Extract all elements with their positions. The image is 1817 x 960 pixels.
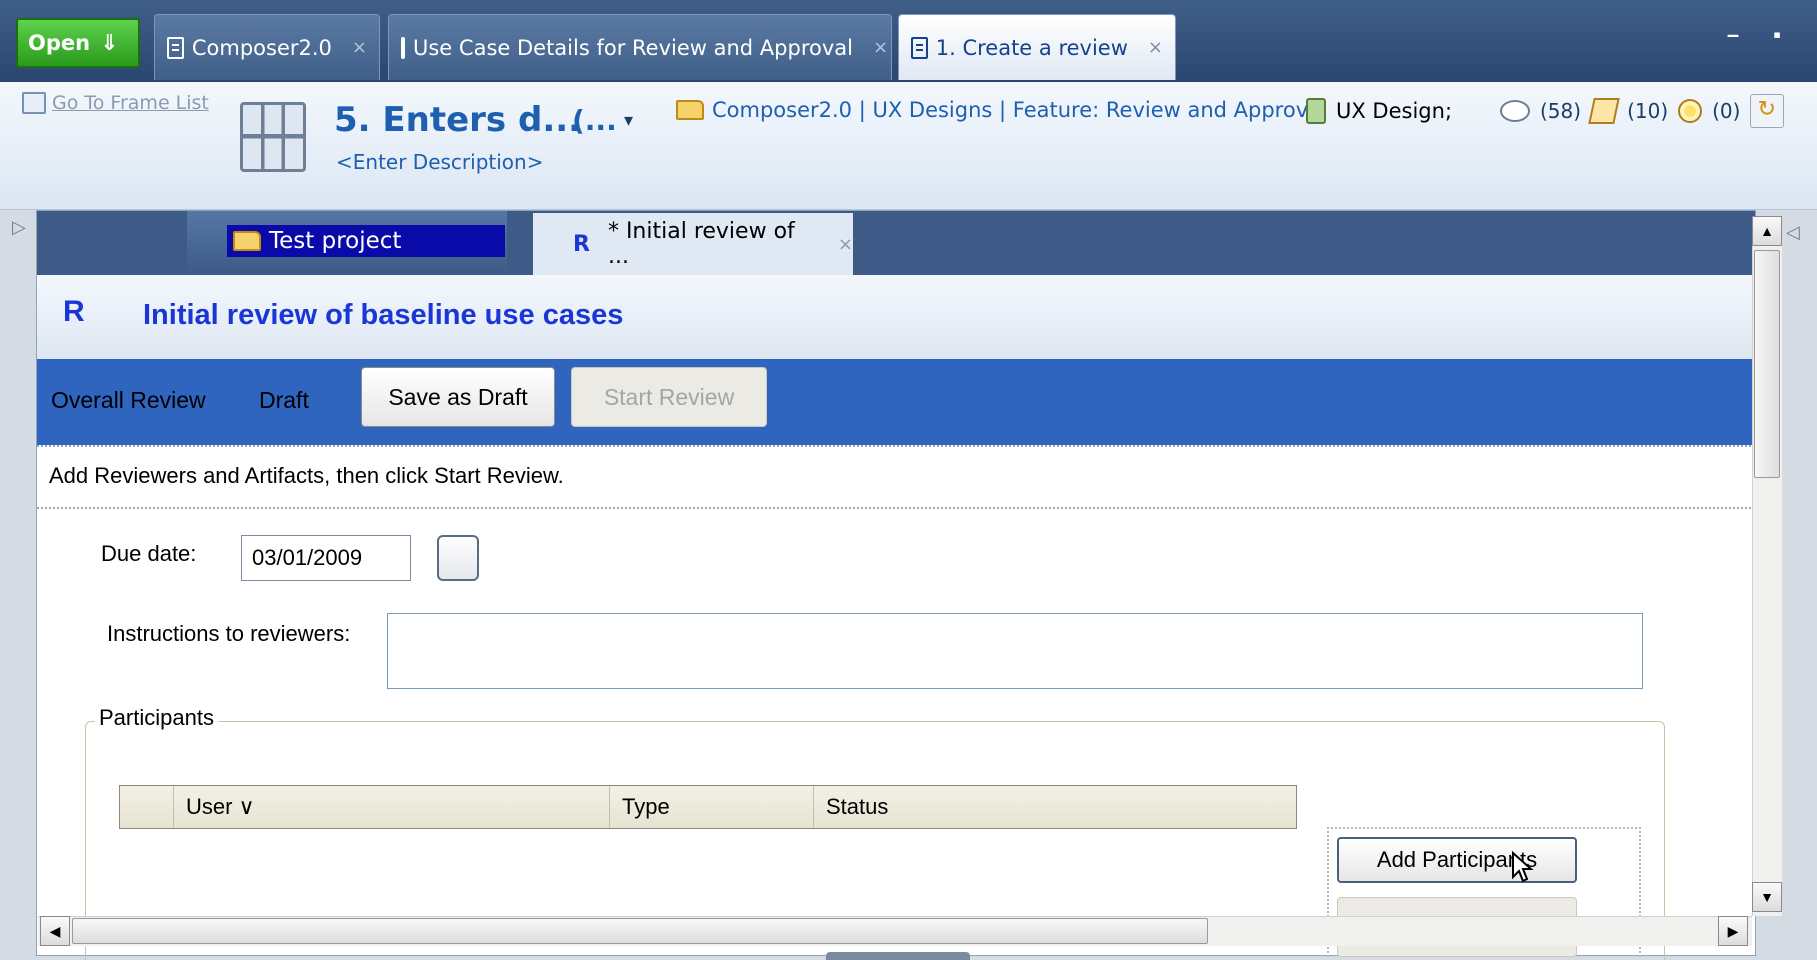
bottom-resize-grip[interactable] bbox=[826, 952, 970, 960]
composer-icon bbox=[167, 36, 184, 59]
ux-design-link[interactable]: UX Design; bbox=[1306, 98, 1452, 124]
due-date-field[interactable] bbox=[241, 535, 411, 581]
comments-count: (58) bbox=[1540, 99, 1582, 123]
instruction-hint: Add Reviewers and Artifacts, then click … bbox=[37, 445, 1755, 509]
ux-design-icon bbox=[1306, 98, 1326, 124]
tab-composer[interactable]: Composer2.0 × bbox=[154, 14, 380, 80]
review-header: R Initial review of baseline use cases bbox=[37, 275, 1755, 361]
issue-icon[interactable] bbox=[1678, 99, 1703, 123]
folder-icon bbox=[676, 100, 704, 120]
due-date-label: Due date: bbox=[101, 541, 197, 566]
scroll-right-icon[interactable]: ▶ bbox=[1718, 916, 1748, 946]
document-icon bbox=[401, 36, 405, 59]
go-to-frame-list[interactable]: Go To Frame List bbox=[22, 92, 209, 114]
window-controls[interactable]: – ▪ bbox=[1727, 22, 1795, 48]
frame-list-icon bbox=[22, 92, 46, 114]
instructions-field[interactable] bbox=[387, 613, 1643, 689]
review-badge: R bbox=[573, 231, 590, 257]
tab-initial-review[interactable]: R * Initial review of ... × bbox=[533, 213, 853, 275]
participants-legend: Participants bbox=[95, 705, 218, 731]
open-button[interactable]: Open ⇓ bbox=[16, 18, 140, 68]
scroll-left-icon[interactable]: ◀ bbox=[40, 916, 70, 946]
comment-icon[interactable] bbox=[1500, 100, 1530, 122]
activity-counts: (58) (10) (0) bbox=[1500, 94, 1785, 128]
instructions-label: Instructions to reviewers: bbox=[107, 621, 351, 646]
cursor-icon bbox=[1512, 851, 1534, 883]
tab-label: Use Case Details for Review and Approval bbox=[413, 35, 853, 60]
tab-create-review[interactable]: 1. Create a review × bbox=[898, 14, 1176, 80]
scroll-down-icon[interactable]: ▼ bbox=[1752, 882, 1782, 912]
close-icon[interactable]: × bbox=[838, 234, 853, 255]
review-badge: R bbox=[63, 295, 85, 328]
sync-icon[interactable] bbox=[1750, 94, 1785, 128]
vertical-scroll-thumb[interactable] bbox=[1754, 250, 1780, 478]
issues-count: (0) bbox=[1712, 99, 1741, 123]
select-column-header[interactable] bbox=[120, 786, 174, 828]
tab-label: * Initial review of ... bbox=[607, 219, 795, 269]
open-button-label: Open bbox=[28, 31, 91, 55]
overall-review-label: Overall Review bbox=[51, 387, 206, 413]
edits-count: (10) bbox=[1627, 99, 1669, 123]
tab-use-case-details[interactable]: Use Case Details for Review and Approval… bbox=[388, 14, 892, 80]
status-badge: Draft bbox=[259, 387, 309, 413]
tab-label: 1. Create a review bbox=[935, 35, 1128, 60]
expand-left-icon[interactable]: ▷ bbox=[12, 217, 26, 237]
save-as-draft-button[interactable]: Save as Draft bbox=[361, 367, 555, 427]
breadcrumb[interactable]: Composer2.0 | UX Designs | Feature: Revi… bbox=[676, 98, 1327, 122]
frame-title-more: (... bbox=[572, 104, 617, 137]
folder-icon bbox=[233, 231, 261, 251]
project-name: Test project bbox=[269, 228, 402, 254]
left-collapse-gutter[interactable]: ▷ bbox=[12, 216, 36, 944]
chevron-down-icon[interactable]: ▾ bbox=[624, 110, 633, 131]
frame-thumb-icon bbox=[240, 102, 306, 172]
edit-icon[interactable] bbox=[1588, 98, 1620, 124]
column-header-status[interactable]: Status bbox=[814, 786, 1296, 828]
go-to-frame-list-link[interactable]: Go To Frame List bbox=[52, 92, 209, 114]
project-selector[interactable]: Test project bbox=[227, 225, 505, 257]
ux-design-label: UX Design; bbox=[1336, 99, 1453, 123]
scroll-up-icon[interactable]: ▲ bbox=[1752, 216, 1782, 246]
tab-label: Composer2.0 bbox=[191, 35, 332, 60]
down-arrow-icon: ⇓ bbox=[100, 30, 119, 56]
column-header-user[interactable]: User ∨ bbox=[174, 786, 610, 828]
page-title: Initial review of baseline use cases bbox=[143, 299, 624, 331]
horizontal-scroll-thumb[interactable] bbox=[72, 918, 1208, 944]
participants-table-header: User ∨ Type Status bbox=[119, 785, 1297, 829]
start-review-button[interactable]: Start Review bbox=[571, 367, 767, 427]
column-header-type[interactable]: Type bbox=[610, 786, 814, 828]
frame-title: 5. Enters d... bbox=[334, 100, 582, 140]
calendar-icon[interactable] bbox=[437, 535, 479, 581]
top-tab-bar: Open ⇓ Composer2.0 × Use Case Details fo… bbox=[0, 0, 1817, 82]
frame-icon bbox=[911, 36, 928, 59]
frame-description[interactable]: <Enter Description> bbox=[336, 150, 543, 174]
breadcrumb-text[interactable]: Composer2.0 | UX Designs | Feature: Revi… bbox=[712, 98, 1327, 122]
review-panel: Test project R * Initial review of ... ×… bbox=[36, 210, 1756, 960]
close-icon[interactable]: × bbox=[873, 37, 888, 58]
add-participants-button[interactable]: Add Participants bbox=[1337, 837, 1577, 883]
close-icon[interactable]: × bbox=[352, 37, 367, 58]
review-toolbar: Overall Review Draft bbox=[37, 359, 1755, 445]
close-icon[interactable]: × bbox=[1148, 37, 1163, 58]
hint-text: Add Reviewers and Artifacts, then click … bbox=[49, 463, 564, 488]
frame-header: Go To Frame List 5. Enters d... (... ▾ <… bbox=[0, 82, 1817, 210]
collapse-right-icon[interactable]: ◁ bbox=[1786, 222, 1800, 243]
